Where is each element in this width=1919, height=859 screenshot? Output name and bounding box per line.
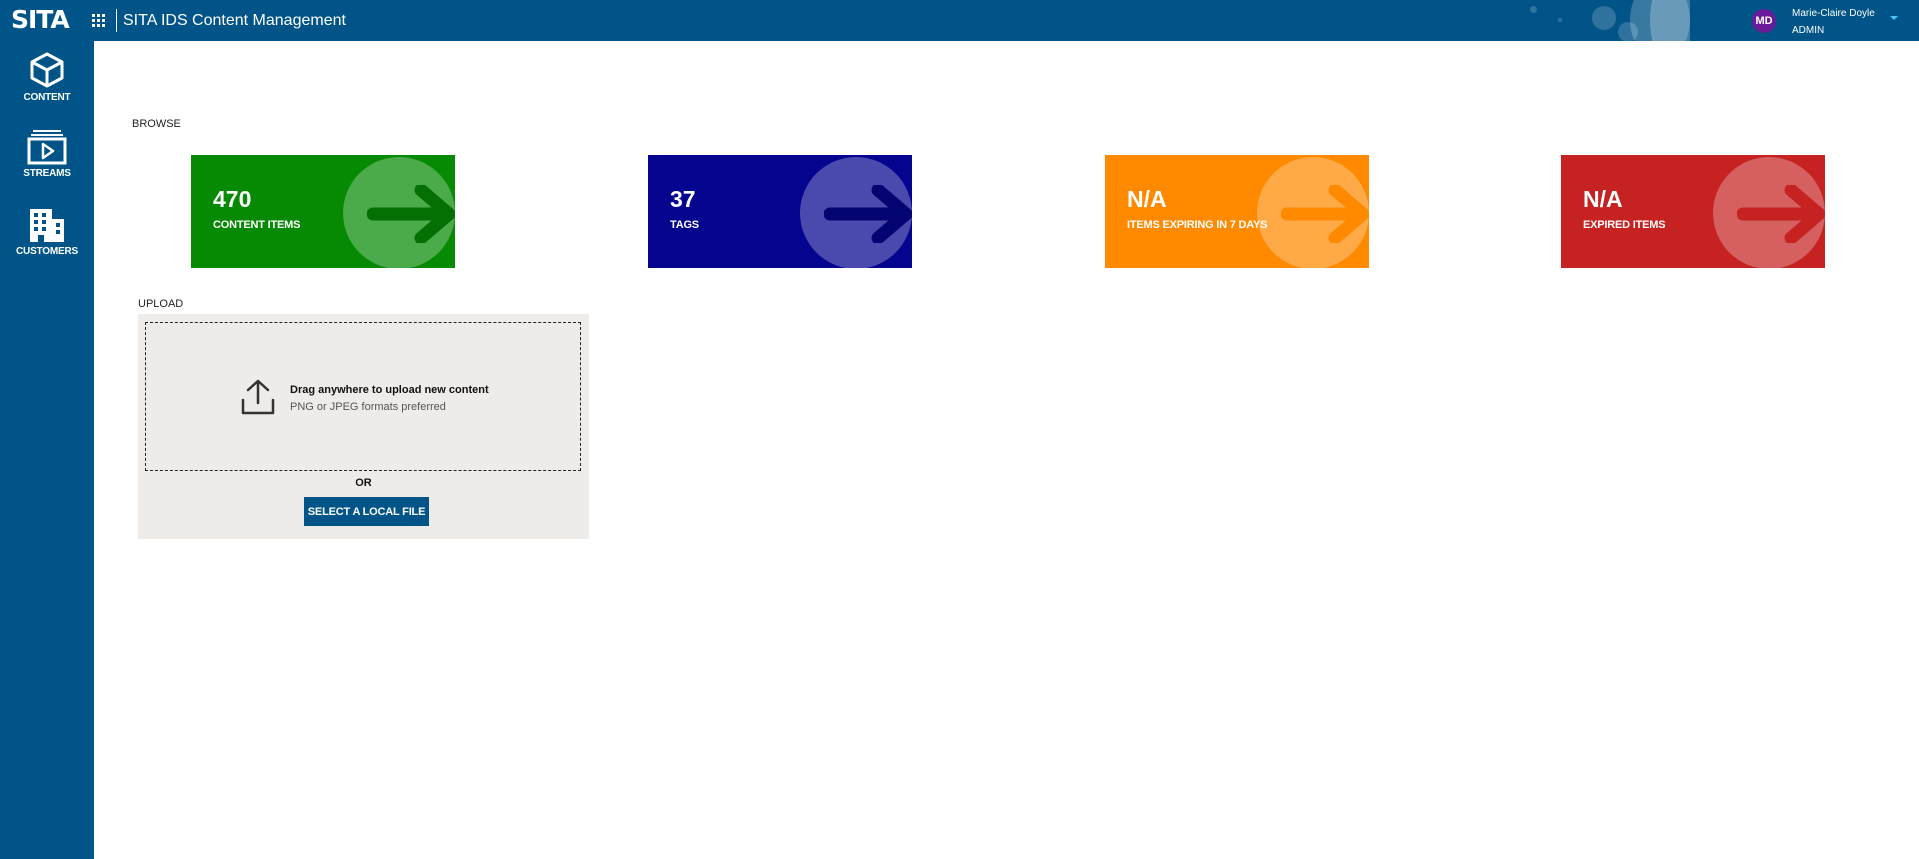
sidebar-item-label: CONTENT bbox=[23, 92, 71, 103]
app-title: SITA IDS Content Management bbox=[123, 12, 346, 29]
tile-label: EXPIRED ITEMS bbox=[1583, 219, 1666, 231]
or-separator: OR bbox=[355, 477, 372, 489]
sidebar-item-streams[interactable]: STREAMS bbox=[0, 129, 94, 179]
building-icon bbox=[30, 209, 64, 242]
tile-expired-items[interactable]: N/A EXPIRED ITEMS bbox=[1561, 155, 1825, 268]
tile-label: ITEMS EXPIRING IN 7 DAYS bbox=[1127, 219, 1268, 231]
app-launcher-icon[interactable] bbox=[92, 14, 105, 27]
sidebar-item-customers[interactable]: CUSTOMERS bbox=[0, 207, 94, 257]
upload-panel: Drag anywhere to upload new content PNG … bbox=[138, 314, 589, 539]
arrow-right-icon bbox=[367, 185, 455, 243]
dropzone-subtitle: PNG or JPEG formats preferred bbox=[290, 401, 446, 413]
chevron-down-icon[interactable] bbox=[1890, 16, 1898, 20]
cube-icon bbox=[30, 52, 64, 88]
dropzone-title: Drag anywhere to upload new content bbox=[290, 384, 489, 396]
tile-tags[interactable]: 37 TAGS bbox=[648, 155, 912, 268]
upload-dropzone[interactable]: Drag anywhere to upload new content PNG … bbox=[145, 322, 581, 471]
select-local-file-button[interactable]: SELECT A LOCAL FILE bbox=[304, 497, 429, 526]
tile-label: CONTENT ITEMS bbox=[213, 219, 301, 231]
sita-logo[interactable]: SITA bbox=[11, 6, 70, 34]
arrow-right-icon bbox=[1281, 185, 1369, 243]
tile-value: N/A bbox=[1583, 186, 1623, 212]
tile-value: 37 bbox=[670, 186, 696, 212]
user-avatar[interactable]: MD bbox=[1752, 9, 1776, 33]
sidebar-item-label: STREAMS bbox=[23, 168, 71, 179]
top-bar: SITA SITA IDS Content Management MD Mari… bbox=[0, 0, 1919, 41]
play-screen-icon bbox=[27, 130, 67, 165]
arrow-right-icon bbox=[824, 185, 912, 243]
tile-value: N/A bbox=[1127, 186, 1167, 212]
tile-content-items[interactable]: 470 CONTENT ITEMS bbox=[191, 155, 455, 268]
sidebar: CONTENT STREAMS CUSTOMERS bbox=[0, 41, 94, 859]
browse-heading: BROWSE bbox=[132, 118, 181, 130]
upload-heading: UPLOAD bbox=[138, 298, 184, 310]
user-role: ADMIN bbox=[1792, 25, 1825, 36]
sidebar-item-label: CUSTOMERS bbox=[16, 246, 78, 257]
header-decoration bbox=[1500, 0, 1690, 41]
upload-icon bbox=[241, 379, 275, 415]
arrow-right-icon bbox=[1737, 185, 1825, 243]
sidebar-item-content[interactable]: CONTENT bbox=[0, 51, 94, 103]
tile-items-expiring[interactable]: N/A ITEMS EXPIRING IN 7 DAYS bbox=[1105, 155, 1369, 268]
header-divider bbox=[116, 9, 117, 32]
tile-value: 470 bbox=[213, 186, 252, 212]
tile-label: TAGS bbox=[670, 219, 699, 231]
user-name[interactable]: Marie-Claire Doyle bbox=[1792, 7, 1875, 20]
